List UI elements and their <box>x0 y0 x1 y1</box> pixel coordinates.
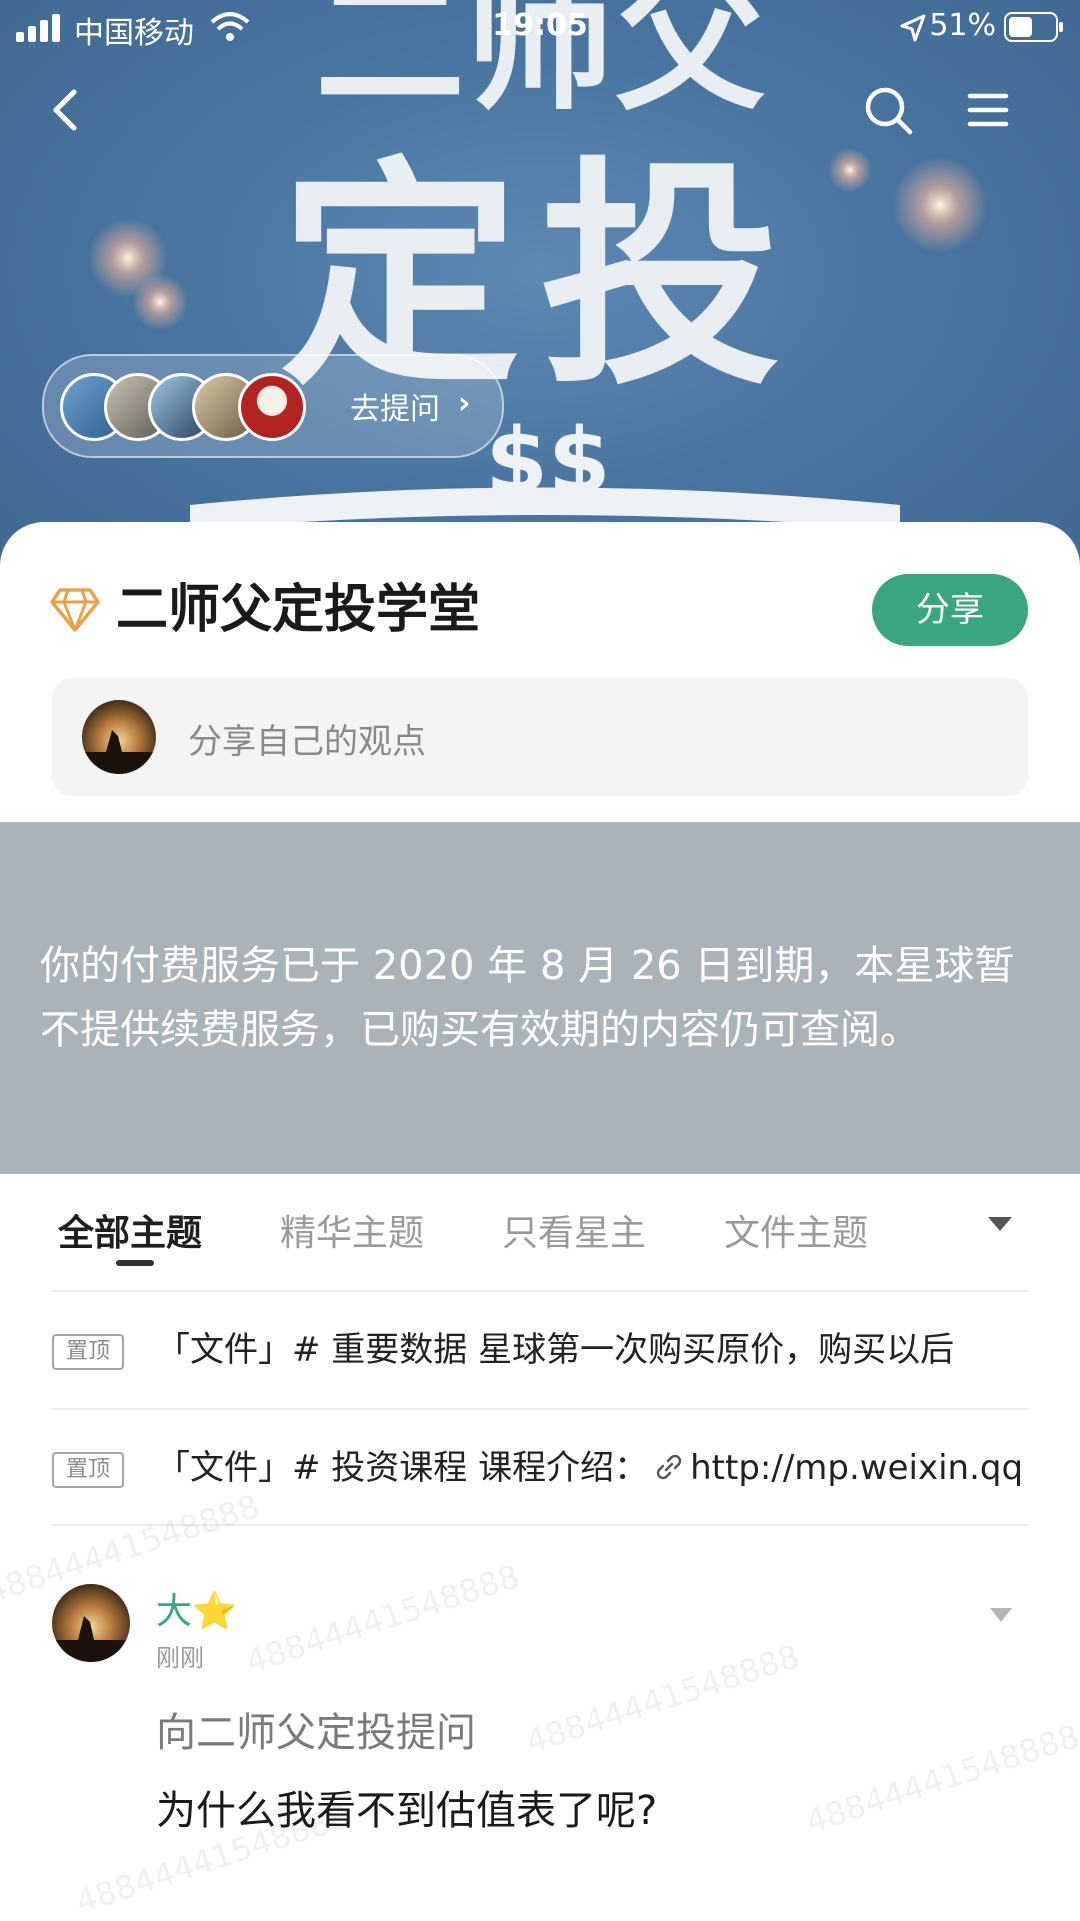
tab-all-topics[interactable]: 全部主题 <box>58 1204 202 1256</box>
pinned-badge: 置顶 <box>52 1452 124 1488</box>
divider <box>52 1524 1028 1526</box>
link-icon <box>656 1454 682 1479</box>
compose-placeholder: 分享自己的观点 <box>188 722 426 762</box>
member-avatar <box>238 373 306 441</box>
post-body: 为什么我看不到估值表了呢? <box>156 1788 658 1834</box>
diamond-icon <box>50 588 100 632</box>
chevron-right-icon: › <box>458 386 471 421</box>
pinned-topic-link[interactable]: http://mp.weixin.qq <box>690 1448 1023 1488</box>
compose-box[interactable]: 分享自己的观点 <box>52 678 1028 796</box>
pinned-topic-text: 「文件」# 投资课程 课程介绍： http://mp.weixin.qq <box>156 1440 1023 1490</box>
topic-tabs: 全部主题 精华主题 只看星主 文件主题 <box>0 1174 1080 1292</box>
user-avatar <box>82 700 156 774</box>
watermark: 48844441548888 <box>801 1716 1080 1842</box>
cover-artwork: 二师父 定投 $$ <box>88 0 988 530</box>
pinned-topic-prefix: 「文件」# 投资课程 课程介绍： <box>156 1448 649 1488</box>
watermark: 48844441548888 <box>521 1636 804 1762</box>
chevron-down-icon[interactable] <box>988 1606 1014 1624</box>
pinned-badge: 置顶 <box>52 1334 124 1370</box>
battery-percent: 51% <box>929 8 996 43</box>
cover-banner: 二师父 定投 $$ 中国移动 19:05 51% 去提问 › <box>0 0 1080 600</box>
tab-owner-only[interactable]: 只看星主 <box>502 1204 646 1256</box>
post-author-avatar[interactable] <box>52 1584 130 1662</box>
tab-file-topics[interactable]: 文件主题 <box>724 1204 868 1256</box>
pinned-topic[interactable]: 置顶 「文件」# 重要数据 星球第一次购买原价，购买以后 <box>52 1292 1028 1408</box>
watermark: 48844441548888 <box>241 1556 524 1682</box>
post-author-name[interactable]: 大⭐ <box>156 1582 237 1634</box>
location-arrow-icon <box>900 14 926 42</box>
expiry-notice-text: 你的付费服务已于 2020 年 8 月 26 日到期，本星球暂不提供续费服务，已… <box>40 943 1015 1053</box>
chevron-down-icon[interactable] <box>986 1214 1014 1234</box>
back-icon[interactable] <box>36 80 96 140</box>
menu-icon[interactable] <box>958 80 1018 140</box>
tab-featured-topics[interactable]: 精华主题 <box>280 1204 424 1256</box>
active-tab-indicator <box>116 1260 154 1266</box>
group-header-card: 二师父定投学堂 分享 分享自己的观点 <box>0 522 1080 822</box>
battery-icon <box>1004 12 1063 42</box>
pinned-topic-text: 「文件」# 重要数据 星球第一次购买原价，购买以后 <box>156 1330 955 1370</box>
post-time: 刚刚 <box>156 1644 204 1672</box>
search-icon[interactable] <box>858 80 918 140</box>
post-question-target: 向二师父定投提问 <box>156 1710 476 1756</box>
status-bar: 中国移动 19:05 51% <box>0 0 1080 56</box>
pinned-topic[interactable]: 置顶 「文件」# 投资课程 课程介绍： http://mp.weixin.qq <box>52 1410 1028 1526</box>
ask-label: 去提问 <box>350 392 440 427</box>
ask-question-button[interactable]: 去提问 › <box>42 354 504 458</box>
expiry-notice: 你的付费服务已于 2020 年 8 月 26 日到期，本星球暂不提供续费服务，已… <box>0 822 1080 1174</box>
group-title: 二师父定投学堂 <box>116 580 481 640</box>
share-button[interactable]: 分享 <box>872 574 1028 646</box>
